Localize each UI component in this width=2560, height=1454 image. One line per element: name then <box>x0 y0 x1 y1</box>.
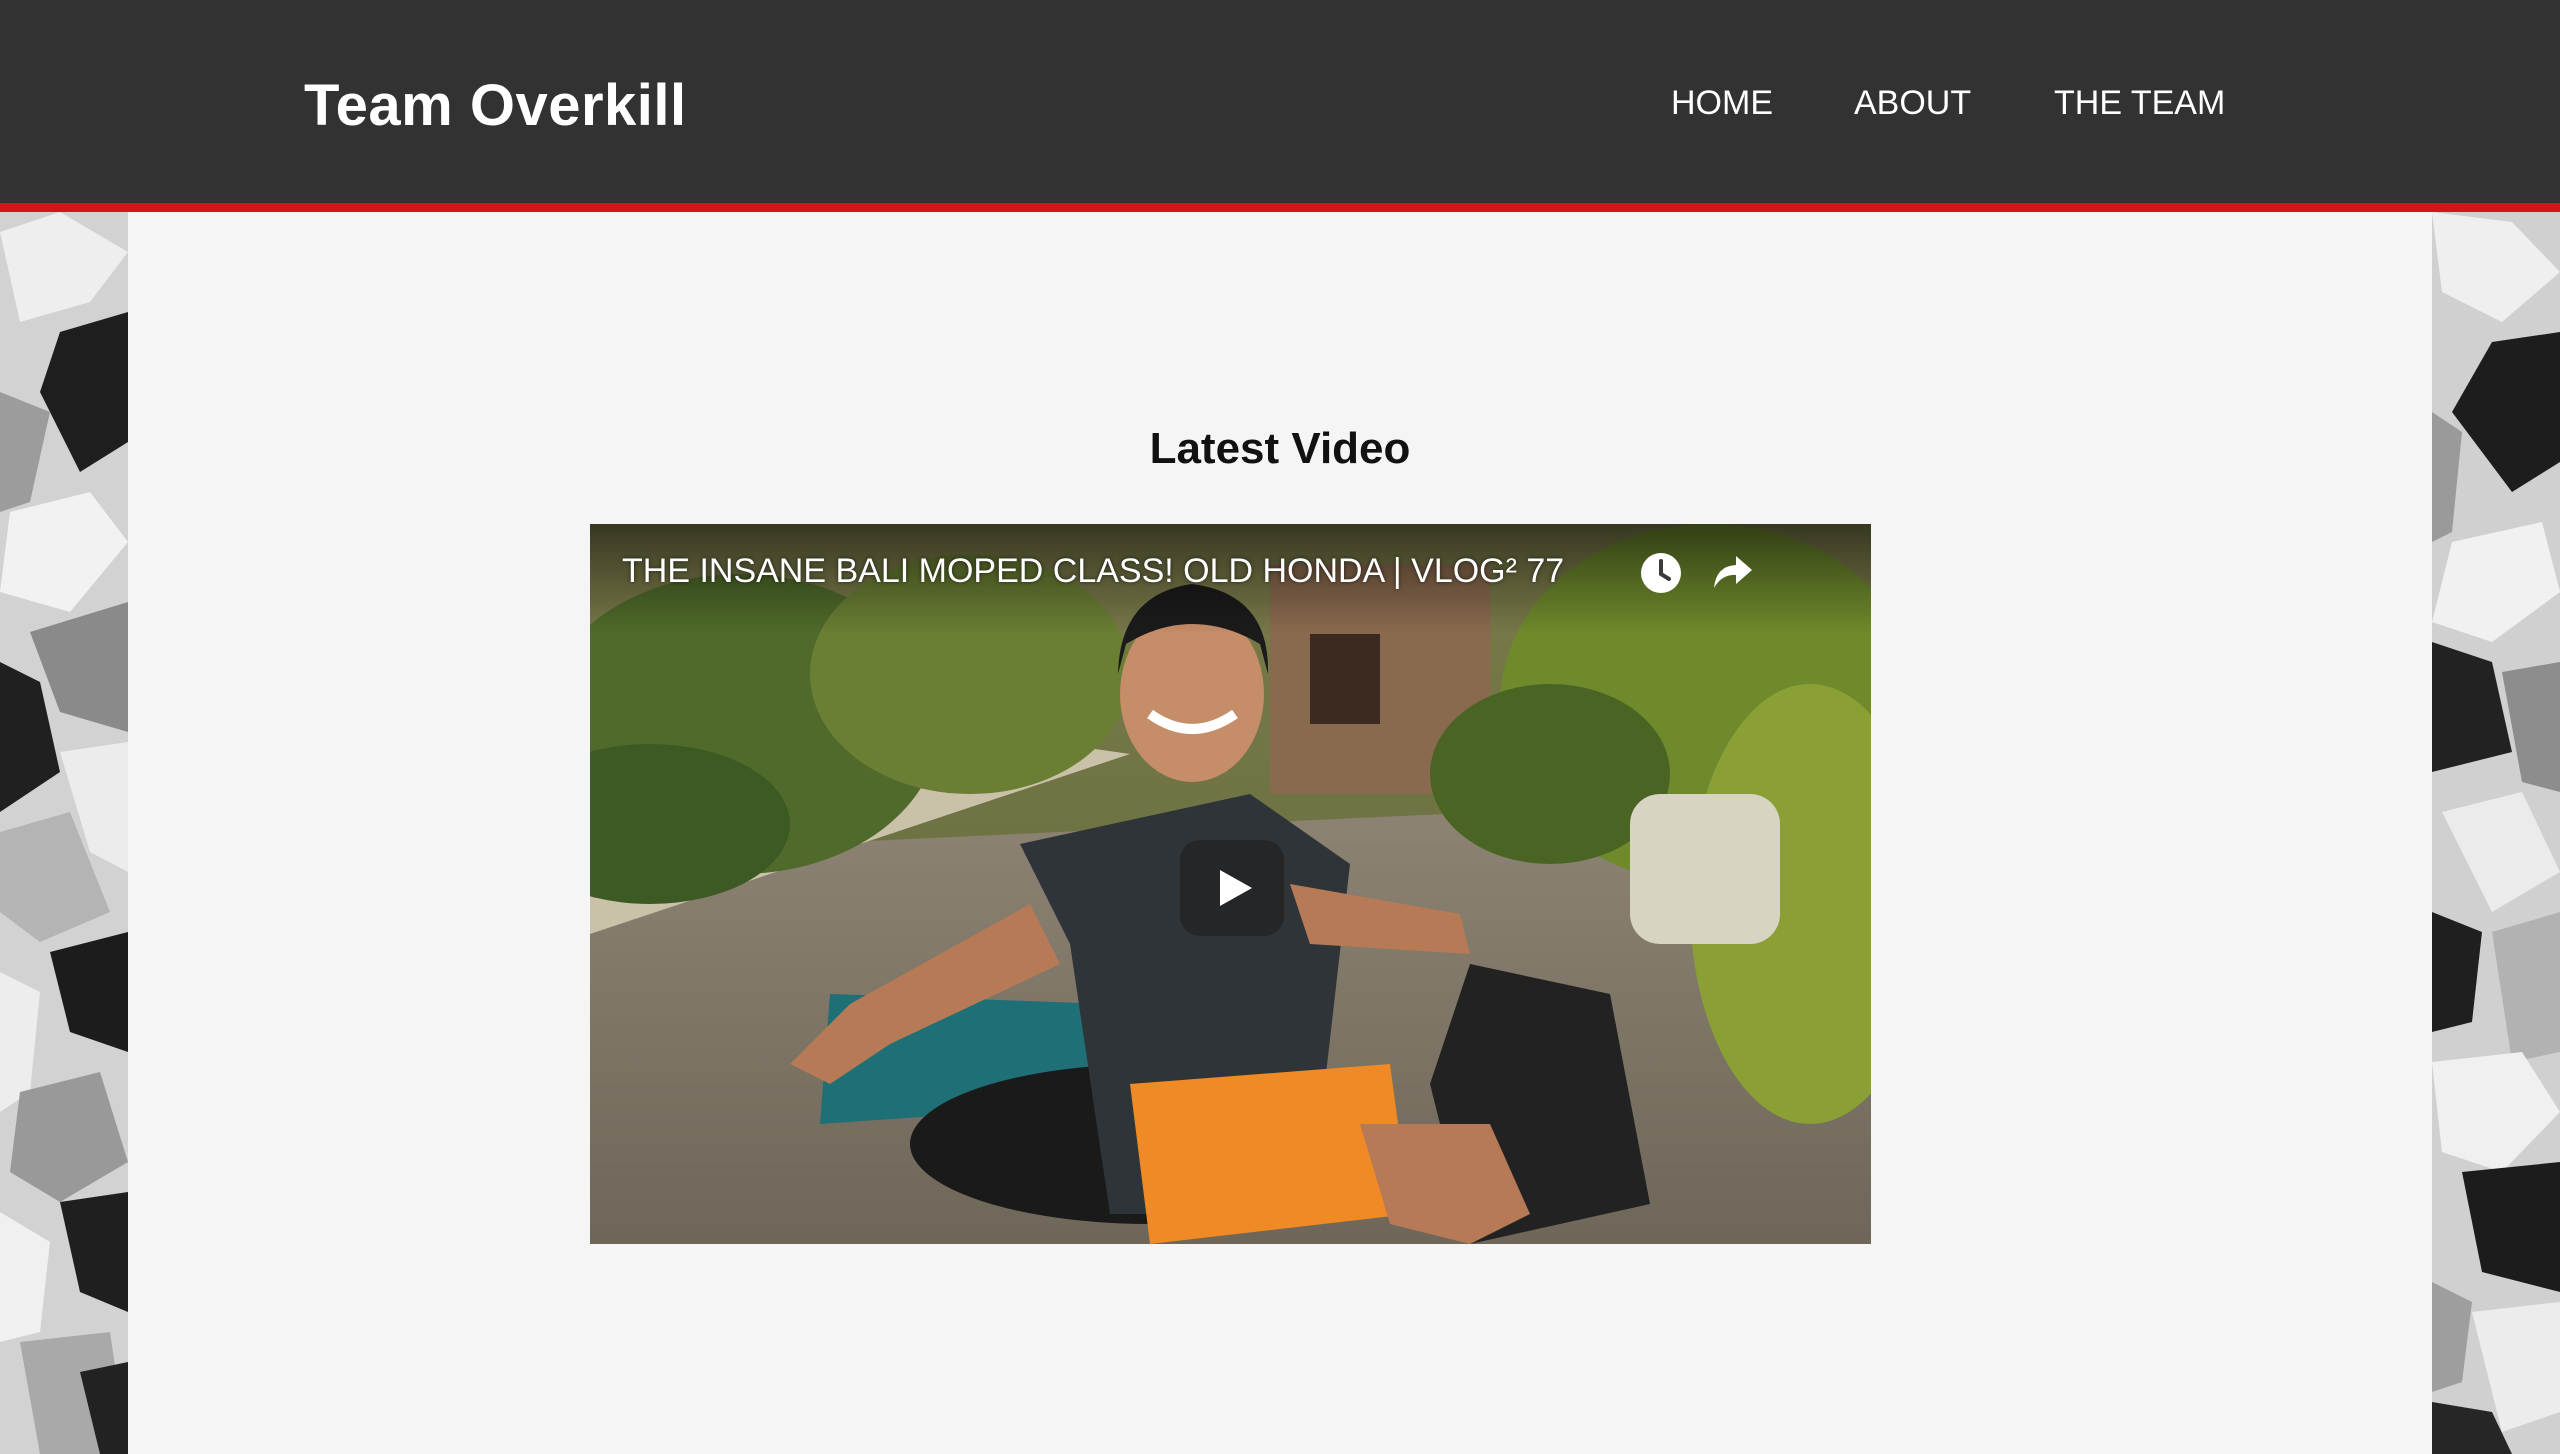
site-header: Team Overkill HOME ABOUT THE TEAM <box>0 0 2560 212</box>
video-embed[interactable]: THE INSANE BALI MOPED CLASS! OLD HONDA |… <box>590 524 1871 1244</box>
latest-video-heading: Latest Video <box>1149 424 1411 473</box>
camo-background-right <box>2432 212 2560 1454</box>
play-icon <box>1220 870 1252 906</box>
nav-about-link[interactable]: ABOUT <box>1854 84 1971 123</box>
nav-the-team-link[interactable]: THE TEAM <box>2054 84 2225 123</box>
video-title[interactable]: THE INSANE BALI MOPED CLASS! OLD HONDA |… <box>622 552 1564 591</box>
nav-home-link[interactable]: HOME <box>1671 84 1773 123</box>
main-content: Latest Video THE INSANE BALI MOPED CLASS… <box>128 212 2432 1454</box>
main-nav: HOME ABOUT THE TEAM <box>0 84 2560 134</box>
play-button[interactable] <box>1180 840 1284 936</box>
camo-background-left <box>0 212 128 1454</box>
clock-icon[interactable] <box>1638 550 1684 596</box>
share-arrow-icon[interactable] <box>1708 550 1756 596</box>
